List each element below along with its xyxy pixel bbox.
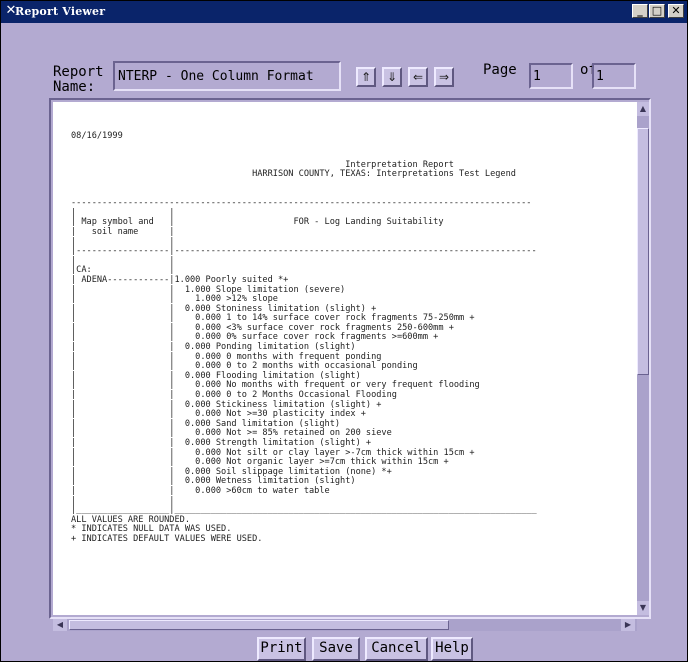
scroll-left-arrow[interactable]: ◀	[53, 619, 67, 631]
report-line: 08/16/1999	[71, 131, 123, 141]
report-viewer-window: ✕ Report Viewer _ □ ✕ Report Name: NTERP…	[0, 0, 688, 662]
report-page: 08/16/1999 Interpretation Report HARRISO…	[53, 102, 637, 615]
save-button[interactable]: Save	[312, 637, 360, 661]
minimize-icon[interactable]: _	[632, 4, 648, 18]
horizontal-scroll-thumb[interactable]	[69, 620, 449, 630]
report-content: 08/16/1999 Interpretation Report HARRISO…	[71, 131, 537, 545]
print-button[interactable]: Print	[257, 637, 306, 661]
report-line: + INDICATES DEFAULT VALUES WERE USED.	[71, 533, 263, 544]
next-page-icon[interactable]: ⇐	[408, 67, 428, 87]
cancel-button[interactable]: Cancel	[365, 637, 428, 661]
report-name-field[interactable]: NTERP - One Column Format	[113, 61, 341, 91]
help-button[interactable]: Help	[431, 637, 473, 661]
report-name-label: Report Name:	[53, 64, 104, 95]
title-bar[interactable]: ✕ Report Viewer _ □ ✕	[1, 1, 687, 23]
page-label: Page	[483, 62, 517, 78]
close-icon[interactable]: ✕	[668, 4, 684, 18]
scroll-up-arrow[interactable]: ▲	[637, 102, 649, 116]
report-line	[71, 142, 537, 152]
first-page-icon[interactable]: ⇑	[356, 67, 376, 87]
window-title: Report Viewer	[15, 5, 106, 18]
report-line: HARRISON COUNTY, TEXAS: Interpretations …	[71, 169, 516, 180]
previous-page-icon[interactable]: ⇓	[382, 67, 402, 87]
maximize-icon[interactable]: □	[649, 4, 665, 18]
scroll-right-arrow[interactable]: ▶	[621, 619, 635, 631]
report-line	[71, 180, 537, 190]
page-number-field[interactable]: 1	[529, 63, 573, 89]
vertical-scroll-thumb[interactable]	[637, 128, 649, 375]
scroll-down-arrow[interactable]: ▼	[637, 601, 649, 615]
last-page-icon[interactable]: ⇒	[434, 67, 454, 87]
total-pages-field: 1	[592, 63, 636, 89]
